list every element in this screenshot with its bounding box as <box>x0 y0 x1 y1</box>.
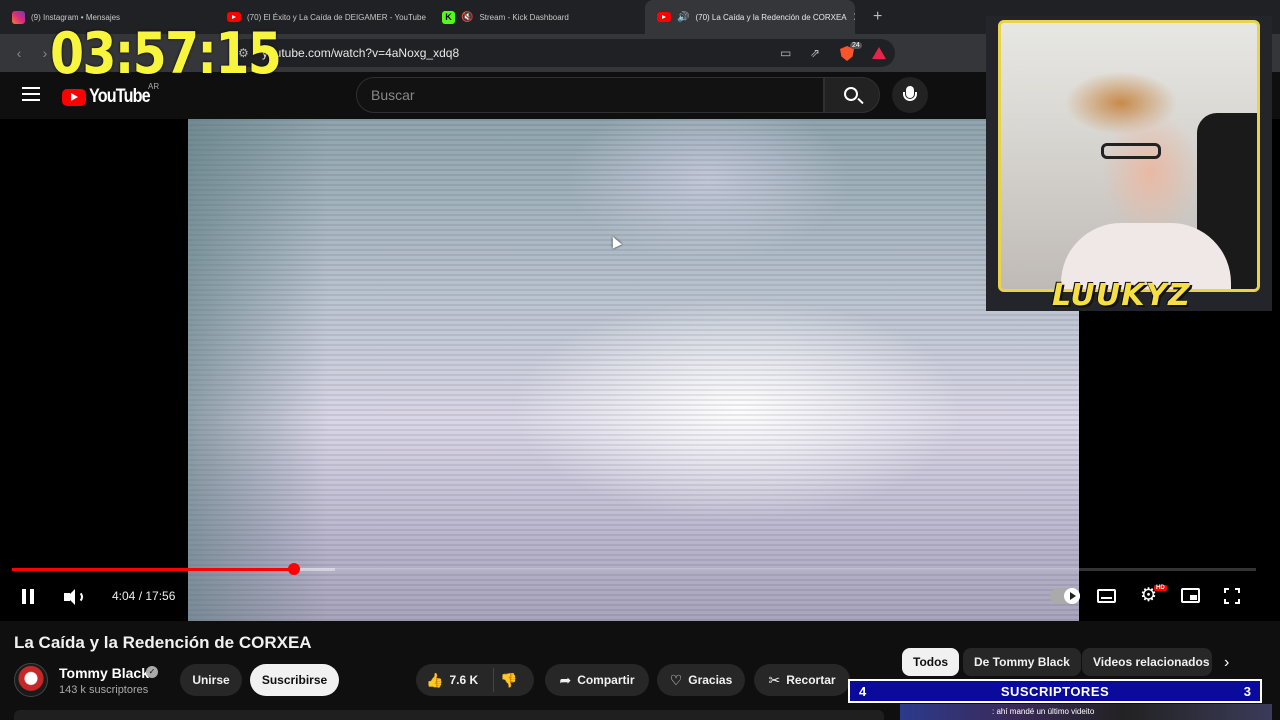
menu-icon[interactable] <box>22 87 40 101</box>
search-placeholder: Buscar <box>371 87 415 103</box>
scissors-icon: ✂ <box>768 671 781 688</box>
dislike-icon[interactable]: 👎 <box>500 672 517 689</box>
volume-button[interactable] <box>64 589 86 605</box>
microphone-icon <box>903 86 917 101</box>
streamer-webcam: LUUKYZ <box>986 16 1272 313</box>
join-label: Unirse <box>192 673 230 687</box>
fullscreen-icon[interactable] <box>1224 588 1240 604</box>
tab-kick-dashboard[interactable]: K 🔇 Stream - Kick Dashboard <box>430 0 645 34</box>
search-icon <box>844 87 858 101</box>
share-label: Compartir <box>577 673 635 687</box>
streamer-name: LUUKYZ <box>1052 278 1191 313</box>
stream-timer: 03:57:15 <box>50 21 282 87</box>
search-input[interactable]: Buscar <box>356 77 824 113</box>
subscribe-button[interactable]: Suscribirse <box>250 664 339 696</box>
like-count[interactable]: 7.6 K <box>449 673 478 687</box>
like-divider <box>493 668 494 692</box>
channel-name[interactable]: Tommy Black <box>59 665 149 681</box>
autoplay-toggle[interactable] <box>1050 588 1080 604</box>
progress-played <box>12 568 295 571</box>
video-frame[interactable] <box>188 119 1079 621</box>
kick-icon: K <box>442 10 455 24</box>
time-display: 4:04 / 17:56 <box>112 589 176 603</box>
share-arrow-icon: ➦ <box>559 671 572 688</box>
subtitles-icon[interactable] <box>1097 589 1116 603</box>
chip-channel[interactable]: De Tommy Black <box>963 648 1081 676</box>
search-button[interactable] <box>824 77 880 113</box>
share-button[interactable]: ➦ Compartir <box>545 664 649 696</box>
voice-search-button[interactable] <box>892 77 928 113</box>
back-icon[interactable]: ‹ <box>6 45 32 61</box>
thanks-button[interactable]: ♡ Gracias <box>657 664 745 696</box>
progress-bar[interactable] <box>12 563 1256 575</box>
goal-target: 3 <box>1243 683 1251 699</box>
url-text: youtube.com/watch?v=4aNoxg_xdq8 <box>262 46 460 60</box>
youtube-icon <box>657 12 671 22</box>
youtube-logo[interactable]: YouTube <box>62 86 160 108</box>
speaker-icon[interactable]: 🔊 <box>677 12 689 23</box>
chip-todos[interactable]: Todos <box>902 648 960 676</box>
goal-current: 4 <box>859 683 867 699</box>
clip-label: Recortar <box>786 673 836 687</box>
thanks-label: Gracias <box>688 673 733 687</box>
miniplayer-icon[interactable] <box>1181 588 1200 603</box>
hd-badge: HD <box>1154 585 1167 591</box>
pause-button[interactable] <box>21 589 35 604</box>
subscribe-label: Suscribirse <box>261 673 328 687</box>
cast-icon[interactable]: ▭ <box>780 46 791 60</box>
chevron-right-icon[interactable]: › <box>1224 654 1229 672</box>
share-icon[interactable]: ⇗ <box>810 46 820 60</box>
subscriber-count: 143 k suscriptores <box>59 684 149 696</box>
new-tab-icon[interactable]: + <box>873 8 882 26</box>
muted-speaker-icon[interactable]: 🔇 <box>461 12 473 23</box>
clip-button[interactable]: ✂ Recortar <box>754 664 850 696</box>
super-thanks-icon: ♡ <box>669 671 683 688</box>
verified-check-icon: ✓ <box>146 666 158 678</box>
instagram-icon <box>12 10 25 24</box>
like-dislike-group: 👍 7.6 K 👎 <box>416 664 534 696</box>
youtube-logo-text: YouTube <box>89 86 151 107</box>
subscriber-goal-bar: 4 SUSCRIPTORES 3 <box>848 679 1262 703</box>
address-bar[interactable]: ⚙ youtube.com/watch?v=4aNoxg_xdq8 ▭ ⇗ 24 <box>230 39 895 67</box>
close-tab-icon[interactable]: ✕ <box>853 10 855 24</box>
channel-avatar[interactable] <box>14 663 48 697</box>
chip-related[interactable]: Videos relacionados <box>1082 648 1212 676</box>
shields-count-badge: 24 <box>850 42 862 49</box>
youtube-play-icon <box>62 88 86 106</box>
join-button[interactable]: Unirse <box>180 664 242 696</box>
alert-ticker: : ahí mandé un último videito <box>900 704 1272 720</box>
video-title: La Caída y la Redención de CORXEA <box>14 633 312 652</box>
tab-title: Stream - Kick Dashboard <box>479 12 569 22</box>
tab-youtube-corxea[interactable]: 🔊 (70) La Caída y la Redención de CORXEA… <box>645 0 855 34</box>
goal-label: SUSCRIPTORES <box>1000 683 1110 699</box>
like-icon[interactable]: 👍 <box>426 672 443 689</box>
description-box[interactable] <box>14 710 884 720</box>
brave-rewards-icon[interactable] <box>872 47 886 59</box>
tab-title: (70) La Caída y la Redención de CORXEA <box>695 12 847 22</box>
webcam-frame <box>998 20 1260 292</box>
streamer-glasses <box>1101 143 1161 159</box>
